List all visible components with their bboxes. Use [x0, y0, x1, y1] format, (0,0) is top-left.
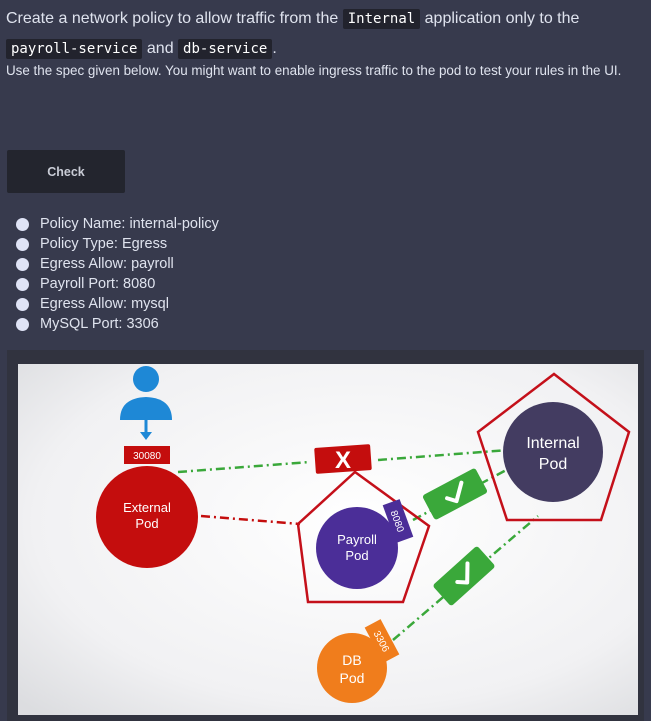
spec-item: Policy Name: internal-policy — [16, 214, 219, 234]
blocked-badge: X — [314, 444, 372, 474]
payroll-pod-label-line2: Pod — [345, 548, 368, 563]
internal-pod — [503, 402, 603, 502]
internal-pod-label-line1: Internal — [526, 435, 579, 452]
spec-item-text: Egress Allow: payroll — [40, 256, 174, 272]
bullet-icon — [16, 237, 29, 251]
db-pod-label-line1: DB — [342, 652, 361, 668]
internal-pod-label-line2: Pod — [539, 456, 567, 473]
spec-item: Egress Allow: payroll — [16, 254, 219, 274]
question-title: Create a network policy to allow traffic… — [6, 4, 642, 64]
payroll-service-code-label: payroll-service — [6, 39, 143, 59]
spec-item: Policy Type: Egress — [16, 234, 219, 254]
spec-item: MySQL Port: 3306 — [16, 314, 219, 334]
bullet-icon — [16, 297, 29, 311]
question-mid-text: application only to the — [424, 10, 580, 27]
spec-item-text: Policy Name: internal-policy — [40, 216, 219, 232]
spec-item-text: Egress Allow: mysql — [40, 296, 169, 312]
bullet-icon — [16, 317, 29, 331]
bullet-icon — [16, 257, 29, 271]
spec-list: Policy Name: internal-policy Policy Type… — [16, 214, 219, 334]
spec-item: Egress Allow: mysql — [16, 294, 219, 314]
external-pod-label-line2: Pod — [135, 516, 158, 531]
question-intro-text: Create a network policy to allow traffic… — [6, 10, 339, 27]
db-service-code-label: db-service — [178, 39, 273, 59]
question-description: Use the spec given below. You might want… — [6, 63, 622, 78]
bullet-icon — [16, 217, 29, 231]
spec-item: Payroll Port: 8080 — [16, 274, 219, 294]
payroll-pod-label-line1: Payroll — [337, 532, 377, 547]
internal-code-label: Internal — [342, 9, 421, 29]
question-period: . — [272, 40, 277, 57]
spec-item-text: MySQL Port: 3306 — [40, 316, 159, 332]
bullet-icon — [16, 277, 29, 291]
blocked-x-icon: X — [335, 447, 351, 474]
db-pod-label-line2: Pod — [340, 670, 365, 686]
network-policy-diagram: 30080 External Pod X Internal Pod Payrol… — [18, 364, 638, 715]
spec-item-text: Policy Type: Egress — [40, 236, 168, 252]
external-port-label: 30080 — [133, 451, 161, 462]
spec-item-text: Payroll Port: 8080 — [40, 276, 156, 292]
question-panel: Create a network policy to allow traffic… — [0, 0, 651, 721]
question-and-text: and — [146, 40, 174, 57]
check-button[interactable]: Check — [7, 150, 125, 193]
external-pod-label-line1: External — [123, 500, 171, 515]
